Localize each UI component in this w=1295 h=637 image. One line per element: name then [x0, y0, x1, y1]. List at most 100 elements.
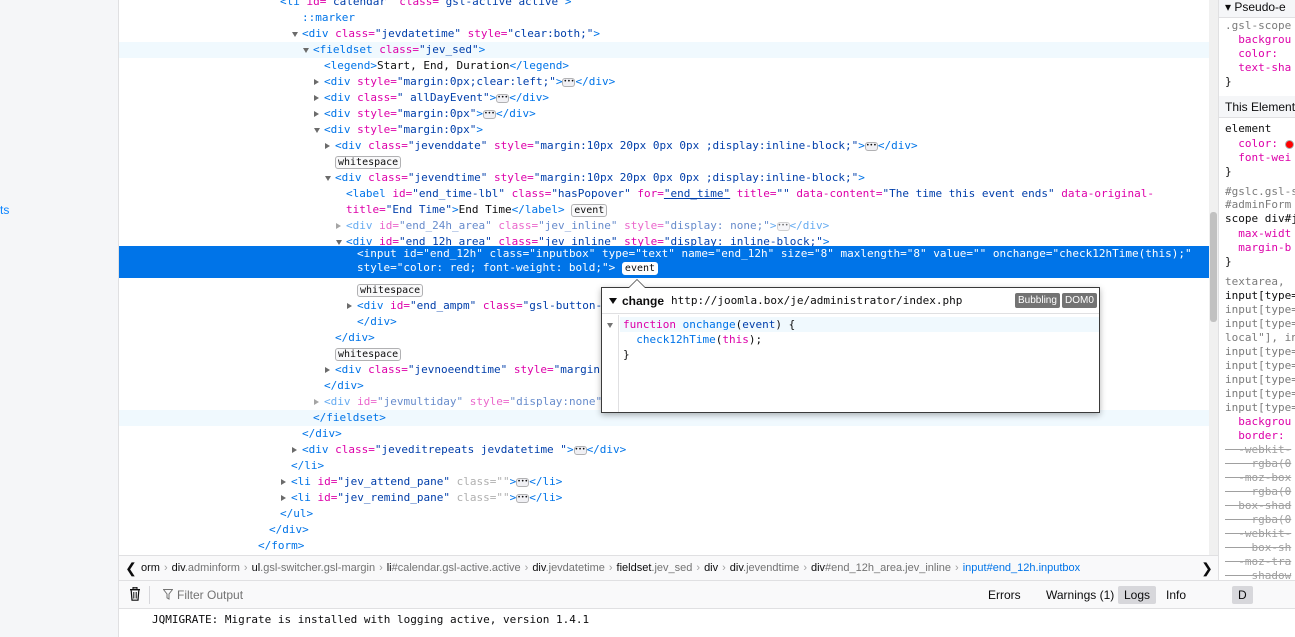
breadcrumb-item[interactable]: ul.gsl-switcher.gsl-margin: [252, 562, 375, 574]
this-element-header[interactable]: This Element: [1219, 96, 1295, 118]
css-rule-line[interactable]: -webkit-: [1225, 527, 1291, 541]
whitespace-badge[interactable]: whitespace: [335, 155, 402, 169]
markup-node-row[interactable]: </div>: [119, 522, 1209, 538]
expand-ellipsis-button[interactable]: •••: [562, 77, 576, 87]
markup-node-row[interactable]: <div style="margin:0px">•••</div>: [119, 106, 1209, 122]
markup-node-row[interactable]: <label id="end_time-lbl" class="hasPopov…: [119, 186, 1209, 202]
filter-d-button[interactable]: D: [1232, 586, 1253, 604]
expand-ellipsis-button[interactable]: •••: [573, 445, 587, 455]
css-rule-line[interactable]: rgba(0: [1225, 513, 1291, 527]
markup-view[interactable]: <li id="calendar" class="gsl-active acti…: [119, 0, 1209, 555]
collapsed-triangle-icon[interactable]: [281, 479, 286, 485]
css-rule-line[interactable]: rgba(0: [1225, 485, 1291, 499]
expand-ellipsis-button[interactable]: •••: [516, 477, 530, 487]
collapsed-triangle-icon[interactable]: [314, 79, 319, 85]
expand-ellipsis-button[interactable]: •••: [516, 493, 530, 503]
collapsed-triangle-icon[interactable]: [314, 95, 319, 101]
pseudo-elements-header[interactable]: ▾ Pseudo-e: [1219, 0, 1295, 18]
expand-ellipsis-button[interactable]: •••: [496, 93, 510, 103]
markup-node-row[interactable]: title="End Time">End Time</label> event: [119, 202, 1209, 218]
css-rule-line[interactable]: box-shad: [1225, 499, 1291, 513]
breadcrumb-item[interactable]: div: [704, 562, 718, 574]
markup-node-row[interactable]: <li id="jev_remind_pane" class="">•••</l…: [119, 490, 1209, 506]
markup-node-row[interactable]: <div class="jevendtime" style="margin:10…: [119, 170, 1209, 186]
whitespace-badge[interactable]: whitespace: [357, 283, 424, 297]
filter-logs-button[interactable]: Logs: [1118, 586, 1157, 604]
markup-scrollbar[interactable]: [1209, 0, 1218, 555]
filter-output-input[interactable]: [177, 586, 577, 604]
trash-icon[interactable]: [129, 587, 141, 601]
css-rule-line[interactable]: max-widt: [1225, 227, 1291, 241]
css-rule-line[interactable]: }: [1225, 165, 1232, 179]
breadcrumb-item[interactable]: div.adminform: [172, 562, 240, 574]
css-rule-line[interactable]: -moz-tra: [1225, 555, 1291, 569]
markup-node-row[interactable]: <li id="jev_attend_pane" class="">•••</l…: [119, 474, 1209, 490]
filter-errors-button[interactable]: Errors: [982, 586, 1027, 604]
css-rule-line[interactable]: input[type=: [1225, 359, 1295, 373]
filter-info-button[interactable]: Info: [1160, 586, 1192, 604]
event-source-url[interactable]: http://joomla.box/je/administrator/index…: [671, 294, 962, 307]
page-link-fragment[interactable]: ts: [0, 203, 9, 217]
collapsed-triangle-icon[interactable]: [336, 223, 341, 229]
collapsed-triangle-icon[interactable]: [347, 303, 352, 309]
expand-ellipsis-button[interactable]: •••: [482, 109, 496, 119]
css-rule-line[interactable]: margin-b: [1225, 241, 1291, 255]
markup-node-row[interactable]: <div style="margin:0px;clear:left;">•••<…: [119, 74, 1209, 90]
markup-node-row[interactable]: <div class="jeveditrepeats jevdatetime "…: [119, 442, 1209, 458]
collapsed-triangle-icon[interactable]: [314, 399, 319, 405]
event-badge[interactable]: event: [621, 261, 659, 275]
markup-node-row[interactable]: <li id="calendar" class="gsl-active acti…: [119, 0, 1209, 10]
css-rule-line[interactable]: element: [1225, 122, 1271, 136]
collapsed-triangle-icon[interactable]: [325, 143, 330, 149]
expand-ellipsis-button[interactable]: •••: [864, 141, 878, 151]
breadcrumb-item[interactable]: input#end_12h.inputbox: [963, 562, 1080, 574]
css-rule-line[interactable]: input[type=: [1225, 289, 1295, 303]
breadcrumb-item[interactable]: orm: [141, 562, 160, 574]
expanded-triangle-icon[interactable]: [314, 128, 320, 133]
css-rule-line[interactable]: color:: [1225, 137, 1294, 151]
collapsed-triangle-icon[interactable]: [281, 495, 286, 501]
expanded-triangle-icon[interactable]: [325, 176, 331, 181]
css-rule-line[interactable]: scope div#j: [1225, 212, 1295, 226]
event-header[interactable]: change http://joomla.box/je/administrato…: [602, 288, 1099, 314]
selected-node-row[interactable]: <input id="end_12h" class="inputbox" typ…: [119, 246, 1209, 278]
markup-node-row[interactable]: </li>: [119, 458, 1209, 474]
filter-warnings-button[interactable]: Warnings (1): [1040, 586, 1120, 604]
css-rule-line[interactable]: backgrou: [1225, 33, 1291, 47]
markup-node-row[interactable]: </ul>: [119, 506, 1209, 522]
breadcrumb-item[interactable]: fieldset.jev_sed: [617, 562, 693, 574]
breadcrumb-item[interactable]: div#end_12h_area.jev_inline: [811, 562, 951, 574]
css-rule-line[interactable]: color:: [1225, 47, 1285, 61]
css-rule-line[interactable]: -moz-box: [1225, 471, 1291, 485]
css-rule-line[interactable]: -webkit-: [1225, 443, 1291, 457]
scrollbar-thumb[interactable]: [1210, 212, 1217, 322]
css-rule-line[interactable]: input[type=: [1225, 303, 1295, 317]
css-rule-line[interactable]: #adminForm: [1225, 198, 1291, 212]
markup-node-row[interactable]: <div class="jevdatetime" style="clear:bo…: [119, 26, 1209, 42]
expanded-triangle-icon[interactable]: [292, 32, 298, 37]
breadcrumb-item[interactable]: div.jevdatetime: [532, 562, 605, 574]
collapsed-triangle-icon[interactable]: [292, 447, 297, 453]
css-rule-line[interactable]: text-sha: [1225, 61, 1291, 75]
markup-node-row[interactable]: <legend>Start, End, Duration</legend>: [119, 58, 1209, 74]
markup-node-row[interactable]: </form>: [119, 538, 1209, 554]
event-badge[interactable]: event: [571, 203, 608, 217]
collapsed-triangle-icon[interactable]: [325, 367, 330, 373]
breadcrumb-next-arrow-icon[interactable]: ❯: [1197, 556, 1217, 580]
markup-node-row[interactable]: ::marker: [119, 10, 1209, 26]
css-rule-line[interactable]: .gsl-scope: [1225, 19, 1291, 33]
css-rule-line[interactable]: #gslc.gsl-s: [1225, 185, 1295, 199]
event-handler-code[interactable]: function onchange(event) { check12hTime(…: [620, 317, 1099, 362]
markup-node-row[interactable]: <div style="margin:0px">: [119, 122, 1209, 138]
breadcrumb-item[interactable]: li#calendar.gsl-active.active: [387, 562, 521, 574]
whitespace-badge[interactable]: whitespace: [335, 347, 402, 361]
css-rule-line[interactable]: }: [1225, 75, 1232, 89]
expanded-triangle-icon[interactable]: [303, 48, 309, 53]
fold-triangle-icon[interactable]: [607, 323, 613, 328]
css-rule-line[interactable]: shadow: [1225, 569, 1291, 580]
css-rule-line[interactable]: font-wei: [1225, 151, 1291, 165]
collapsed-triangle-icon[interactable]: [314, 111, 319, 117]
css-rule-line[interactable]: input[type=: [1225, 317, 1295, 331]
css-rule-line[interactable]: input[type=: [1225, 387, 1295, 401]
markup-node-row[interactable]: </div>: [119, 426, 1209, 442]
